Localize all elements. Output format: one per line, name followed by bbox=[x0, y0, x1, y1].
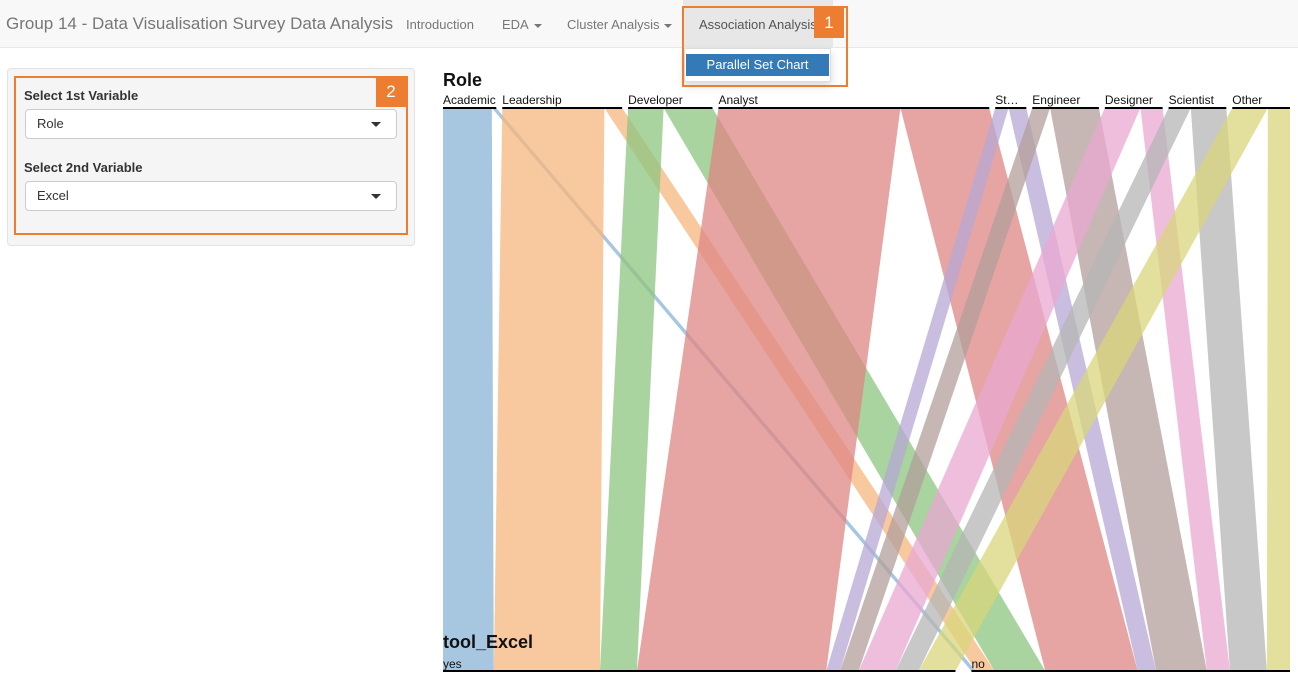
category-label-role: Scientist bbox=[1169, 93, 1215, 107]
ribbon-leadership-yes[interactable] bbox=[493, 108, 605, 671]
parallel-set-chart: Role Academic Leadership Developer Analyst St… bbox=[443, 70, 1290, 672]
category-label-role: Designer bbox=[1105, 93, 1153, 107]
ribbon-other-no[interactable] bbox=[1266, 108, 1290, 671]
category-label-role: Analyst bbox=[718, 93, 758, 107]
category-label-excel: no bbox=[971, 657, 985, 671]
category-label-role: St… bbox=[995, 93, 1018, 107]
ribbon-academic-yes[interactable] bbox=[443, 108, 494, 671]
category-label-role: Academic bbox=[443, 93, 496, 107]
category-label-role: Leadership bbox=[502, 93, 562, 107]
dimension-title-role: Role bbox=[443, 70, 482, 90]
category-label-role: Other bbox=[1232, 93, 1262, 107]
dimension-title-excel: tool_Excel bbox=[443, 632, 533, 652]
category-label-role: Engineer bbox=[1032, 93, 1080, 107]
category-label-role: Developer bbox=[628, 93, 683, 107]
category-label-excel: yes bbox=[443, 657, 462, 671]
